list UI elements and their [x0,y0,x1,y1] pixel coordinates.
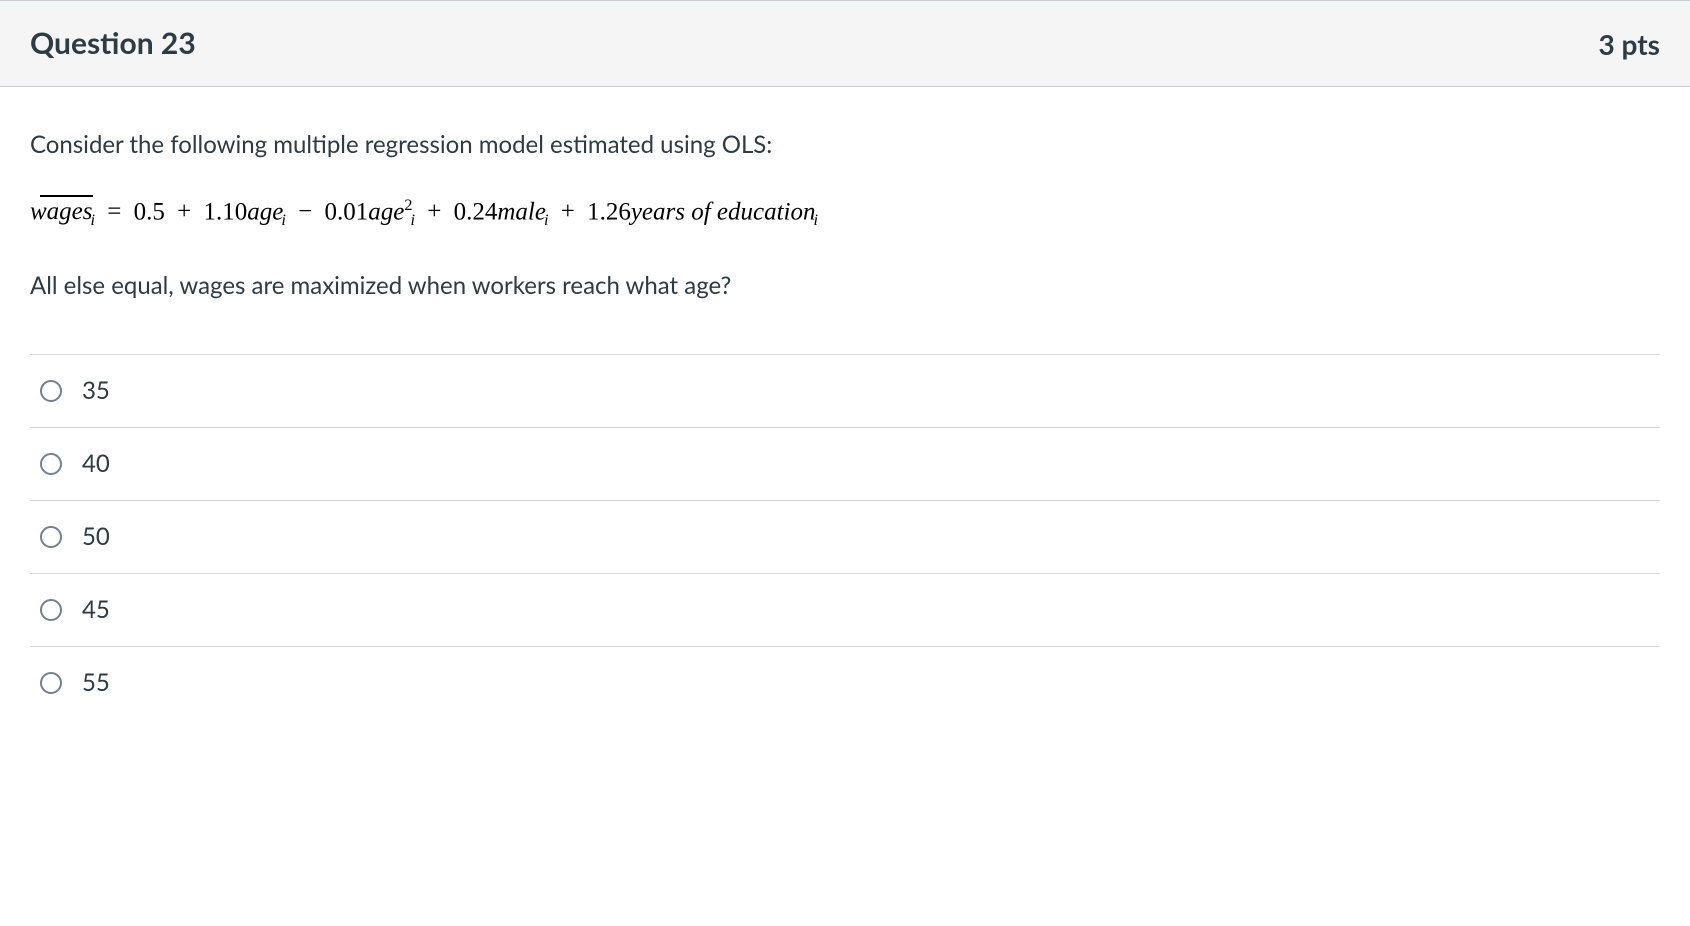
answer-label: 50 [82,519,110,555]
question-title: Question 23 [30,21,196,66]
equation-equals: = [107,198,121,225]
answer-option[interactable]: 40 [30,427,1660,500]
equation-var-1: age [247,198,283,225]
answer-option[interactable]: 50 [30,500,1660,573]
answer-label: 55 [82,665,110,701]
radio-icon [40,526,62,548]
question-container: Question 23 3 pts Consider the following… [0,0,1690,739]
equation-plus-3: + [427,198,441,225]
question-intro-text: Consider the following multiple regressi… [30,127,1660,163]
equation-var-1-sub: i [281,211,286,229]
equation-var-4: years of education [631,198,816,225]
question-header: Question 23 3 pts [0,1,1690,87]
answers-list: 35 40 50 45 55 [30,354,1660,719]
answer-label: 40 [82,446,110,482]
radio-icon [40,380,62,402]
answer-option[interactable]: 35 [30,354,1660,427]
regression-equation: wagesi = 0.5 + 1.10agei − 0.01age2i + 0.… [30,193,1660,233]
equation-coef-2: 0.01 [324,198,368,225]
equation-var-3-sub: i [544,211,549,229]
radio-icon [40,453,62,475]
answer-label: 35 [82,373,110,409]
equation-lhs-var: wages [30,198,93,225]
equation-coef-3: 0.24 [454,198,498,225]
answer-option[interactable]: 45 [30,573,1660,646]
equation-const: 0.5 [134,198,165,225]
equation-coef-4: 1.26 [587,198,631,225]
answer-option[interactable]: 55 [30,646,1660,719]
equation-var-3: male [497,198,546,225]
question-body: Consider the following multiple regressi… [0,87,1690,739]
equation-plus-1: + [177,198,191,225]
equation-minus: − [298,198,312,225]
equation-var-2-sub: i [410,211,415,229]
equation-lhs-hat: wages [30,193,93,231]
answer-label: 45 [82,592,110,628]
radio-icon [40,672,62,694]
equation-coef-1: 1.10 [203,198,247,225]
equation-var-2: age [368,198,404,225]
question-points: 3 pts [1599,23,1660,65]
question-prompt-text: All else equal, wages are maximized when… [30,268,1660,304]
equation-plus-4: + [561,198,575,225]
equation-var-4-sub: i [814,211,819,229]
radio-icon [40,599,62,621]
